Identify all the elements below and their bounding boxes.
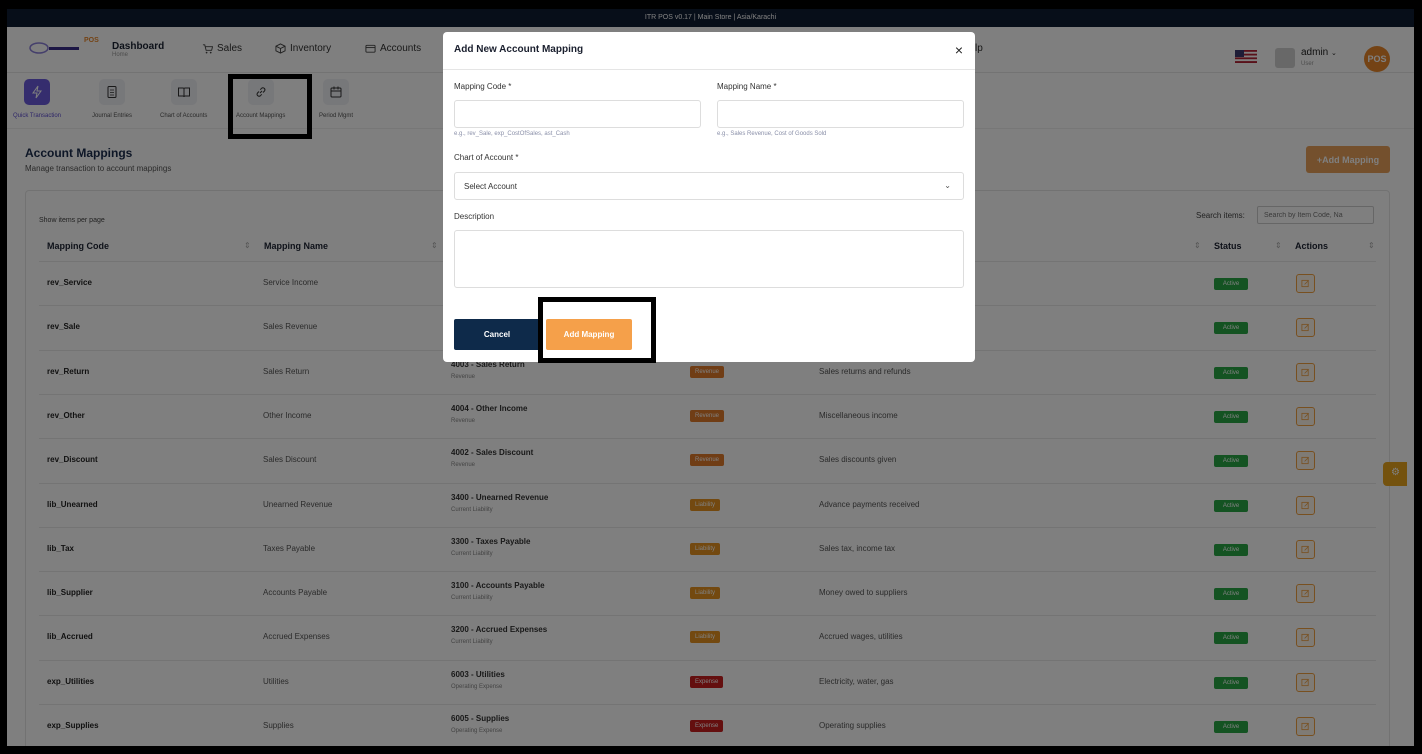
chart-of-account-selected: Select Account bbox=[464, 182, 517, 191]
cancel-button[interactable]: Cancel bbox=[454, 319, 540, 350]
chart-of-account-select[interactable]: Select Account ⌄ bbox=[454, 172, 964, 200]
highlight-account-mappings bbox=[228, 74, 312, 139]
modal-title: Add New Account Mapping bbox=[454, 44, 584, 55]
mapping-name-input[interactable] bbox=[717, 100, 964, 128]
description-textarea[interactable] bbox=[454, 230, 964, 288]
chart-of-account-label: Chart of Account * bbox=[454, 153, 519, 162]
description-label: Description bbox=[454, 212, 495, 221]
close-icon[interactable]: × bbox=[955, 43, 963, 57]
mapping-code-label: Mapping Code * bbox=[454, 82, 512, 91]
mapping-name-label: Mapping Name * bbox=[717, 82, 777, 91]
chevron-down-icon: ⌄ bbox=[944, 181, 951, 190]
add-mapping-modal: Add New Account Mapping × Mapping Code *… bbox=[443, 32, 975, 362]
mapping-name-hint: e.g., Sales Revenue, Cost of Goods Sold bbox=[717, 131, 827, 137]
highlight-add-mapping bbox=[538, 297, 656, 363]
mapping-code-input[interactable] bbox=[454, 100, 701, 128]
mapping-code-hint: e.g., rev_Sale, exp_CostOfSales, ast_Cas… bbox=[454, 131, 570, 137]
modal-header: Add New Account Mapping × bbox=[443, 32, 975, 70]
app-frame: ITR POS v0.17 | Main Store | Asia/Karach… bbox=[7, 9, 1414, 746]
